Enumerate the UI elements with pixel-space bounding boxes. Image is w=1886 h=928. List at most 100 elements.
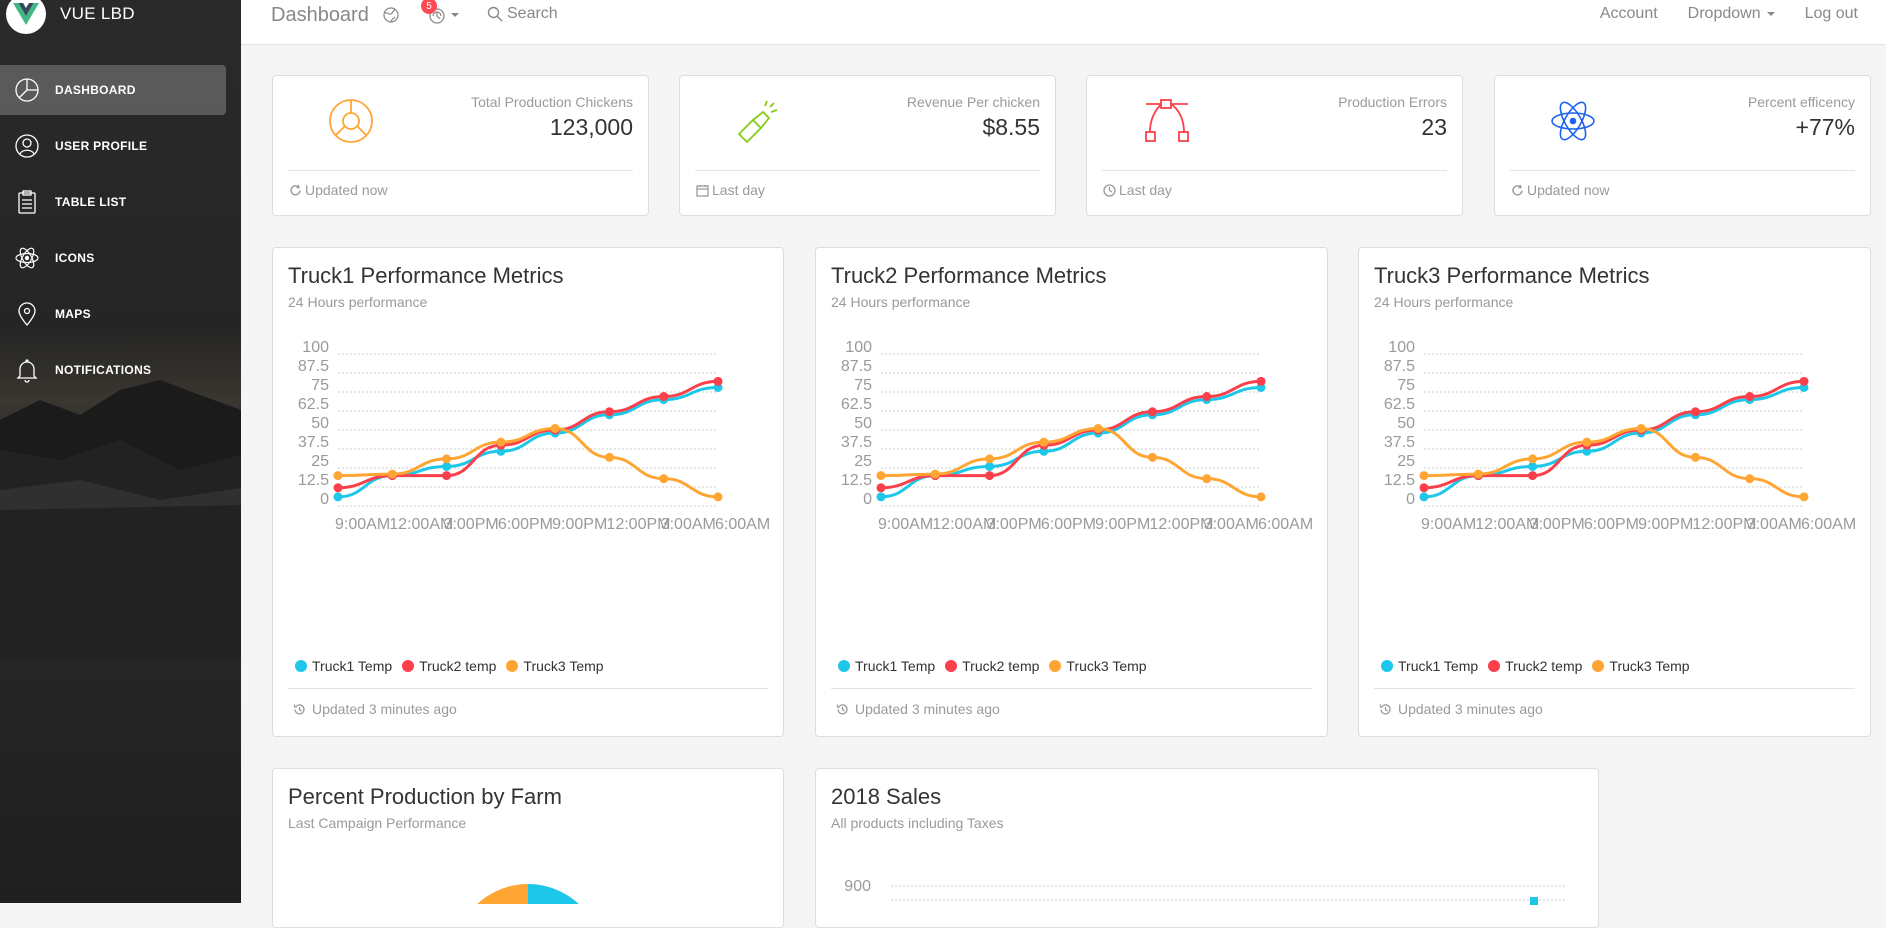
legend-label: Truck3 Temp (523, 658, 604, 674)
vue-logo-icon (6, 0, 46, 34)
history-icon (293, 703, 305, 714)
truck3-line-chart: 10087.57562.55037.52512.509:00AM 12:00AM3… (1384, 339, 1856, 533)
data-point (1419, 483, 1429, 493)
logout-link[interactable]: Log out (1805, 5, 1858, 23)
stat-footer: Updated now (1511, 182, 1610, 198)
search-icon (487, 6, 503, 22)
data-point (550, 423, 560, 433)
truck2-line-chart: 10087.57562.55037.52512.509:00AM 12:00AM3… (841, 339, 1313, 533)
sidebar-item-table-list[interactable]: TABLE LIST (0, 177, 226, 227)
card-title: Truck1 Performance Metrics (288, 263, 564, 288)
sidebar-item-notifications[interactable]: NOTIFICATIONS (0, 345, 226, 395)
stat-footer: Updated now (289, 182, 388, 198)
search-label: Search (507, 5, 558, 22)
map-pin-icon (12, 299, 42, 329)
data-point (1690, 407, 1700, 417)
stat-value: 23 (1421, 114, 1447, 140)
sidebar-item-dashboard[interactable]: DASHBOARD (0, 65, 226, 115)
data-point (333, 483, 343, 493)
sidebar-item-label: DASHBOARD (55, 83, 136, 97)
y-tick-label: 62.5 (841, 396, 872, 413)
history-icon (836, 703, 848, 714)
data-point (876, 492, 886, 502)
y-tick-label: 62.5 (1384, 396, 1415, 413)
x-tick-label: 6:00PM (1584, 516, 1639, 533)
legend-item-truck1: Truck1 Temp (838, 658, 935, 674)
y-tick-label: 100 (1388, 339, 1415, 356)
y-tick-label: 100 (302, 339, 329, 356)
pie-slice (477, 884, 528, 904)
legend-label: Truck2 temp (1505, 658, 1583, 674)
y-tick-label: 37.5 (841, 434, 872, 451)
chart-legend: Truck1 Temp Truck2 temp Truck3 Temp (1381, 658, 1690, 674)
x-tick-label: 6:00AM (715, 516, 770, 533)
data-point (985, 454, 995, 464)
card-footer: Updated 3 minutes ago (836, 701, 1000, 717)
y-tick-label: 12.5 (298, 472, 329, 489)
truck1-line-chart: 10087.57562.55037.52512.509:00AM 12:00AM3… (298, 339, 770, 533)
chart-legend: Truck1 Temp Truck2 temp Truck3 Temp (295, 658, 604, 674)
divider (1510, 170, 1855, 171)
page-title: Dashboard (271, 4, 369, 26)
y-tick-label: 0 (1406, 491, 1415, 508)
y-tick-label: 37.5 (1384, 434, 1415, 451)
clock-icon (1103, 183, 1116, 197)
legend-item-truck3: Truck3 Temp (1049, 658, 1147, 674)
card-footer-text: Updated 3 minutes ago (312, 701, 457, 717)
farm-production-card: Percent Production by Farm Last Campaign… (272, 768, 784, 928)
account-link[interactable]: Account (1600, 5, 1658, 23)
data-point (1745, 392, 1755, 402)
globe-icon[interactable] (382, 6, 400, 29)
vector-icon (1142, 98, 1192, 149)
x-tick-label: 6:00AM (1801, 516, 1856, 533)
y-tick-label: 50 (854, 415, 872, 432)
y-tick-label: 87.5 (298, 358, 329, 375)
x-tick-label: 6:00AM (1258, 516, 1313, 533)
dropdown-toggle[interactable]: Dropdown (1688, 5, 1775, 23)
sidebar-item-icons[interactable]: ICONS (0, 233, 226, 283)
sidebar-item-user-profile[interactable]: USER PROFILE (0, 121, 226, 171)
legend-item-truck3: Truck3 Temp (506, 658, 604, 674)
stat-label: Percent efficency (1747, 94, 1855, 110)
y-tick-label: 25 (1397, 453, 1415, 470)
divider (831, 688, 1312, 689)
data-point (1419, 492, 1429, 502)
data-point (659, 392, 669, 402)
legend-label: Truck1 Temp (855, 658, 936, 674)
chevron-down-icon[interactable] (451, 13, 459, 17)
stat-footer-text: Last day (712, 182, 765, 198)
data-point (1419, 471, 1429, 481)
calendar-icon (696, 184, 709, 197)
data-point (930, 469, 940, 479)
brand[interactable]: VUE LBD (6, 0, 135, 34)
sidebar-item-label: MAPS (55, 307, 91, 321)
data-point (1636, 423, 1646, 433)
pie-slice (528, 884, 579, 904)
data-point (1256, 376, 1266, 386)
data-point (604, 407, 614, 417)
divider (1102, 170, 1447, 171)
data-point (876, 471, 886, 481)
data-point (1473, 469, 1483, 479)
x-tick-label: 3:00AM (661, 516, 716, 533)
stat-card-production: Total Production Chickens 123,000 Update… (272, 75, 649, 216)
legend-item-truck1: Truck1 Temp (1381, 658, 1478, 674)
sidebar-background-image (0, 380, 241, 660)
sidebar-item-maps[interactable]: MAPS (0, 289, 226, 339)
data-point (333, 492, 343, 502)
y-tick-label: 87.5 (841, 358, 872, 375)
legend-item-truck3: Truck3 Temp (1592, 658, 1690, 674)
search-link[interactable]: Search (487, 5, 558, 23)
data-point (713, 376, 723, 386)
y-tick-label: 900 (844, 878, 871, 895)
data-point (1528, 454, 1538, 464)
card-subtitle: Last Campaign Performance (288, 815, 467, 831)
flashlight-icon (735, 98, 781, 149)
legend-item-truck2: Truck2 temp (945, 658, 1039, 674)
y-tick-label: 0 (863, 491, 872, 508)
data-point (442, 471, 452, 481)
legend-item-truck2: Truck2 temp (1488, 658, 1582, 674)
stat-footer: Last day (696, 182, 765, 198)
chevron-down-icon (1766, 12, 1775, 16)
stat-card-errors: Production Errors 23 Last day (1086, 75, 1463, 216)
